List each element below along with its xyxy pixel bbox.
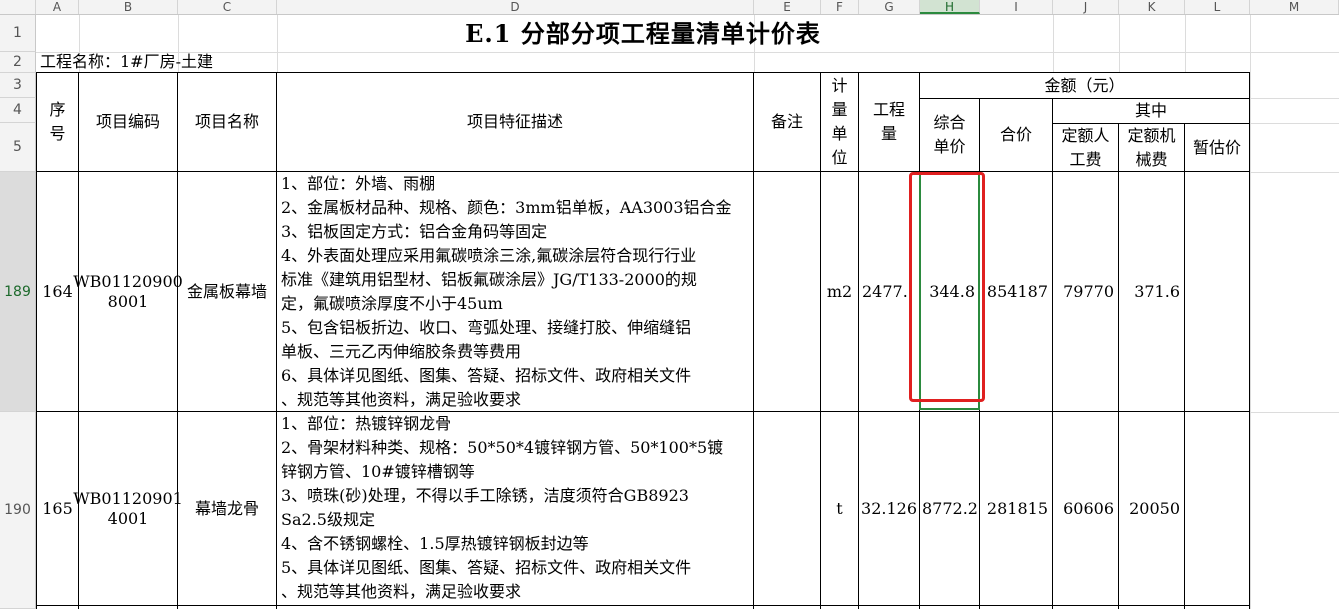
cell-code[interactable]: WB01120901 4001 — [73, 412, 183, 605]
cell-remark[interactable] — [754, 412, 820, 605]
header-seq[interactable]: 序号 — [37, 73, 78, 171]
column-header-m[interactable]: M — [1250, 0, 1339, 14]
row-header-189[interactable]: 189 — [0, 172, 36, 412]
desc-line: 标准《建筑用铝型材、铝板氟碳涂层》JG/T133-2000的规 — [281, 270, 697, 289]
desc-line: 3、铝板固定方式：铝合金角码等固定 — [281, 222, 548, 241]
column-header-h[interactable]: H — [920, 0, 980, 14]
column-header-a[interactable]: A — [36, 0, 79, 14]
cell-name[interactable]: 金属板幕墙 — [178, 172, 276, 411]
gridline — [1250, 15, 1251, 609]
select-all-corner[interactable] — [0, 0, 36, 14]
header-unit-price[interactable]: 综合单价 — [920, 99, 979, 171]
cell-code-line: 4001 — [107, 508, 149, 528]
desc-line: 5、具体详见图纸、图集、答疑、招标文件、政府相关文件 — [281, 558, 692, 577]
column-header-e[interactable]: E — [754, 0, 821, 14]
cell-name[interactable]: 幕墙龙骨 — [178, 412, 276, 605]
row-header-190[interactable]: 190 — [0, 412, 36, 609]
cell-unit[interactable]: m2 — [821, 172, 858, 411]
desc-line: 4、外表面处理应采用氟碳喷涂三涂,氟碳涂层符合现行行业 — [281, 246, 697, 265]
cell-machine[interactable]: 20050 — [1119, 412, 1184, 605]
desc-line: 6、具体详见图纸、图集、答疑、招标文件、政府相关文件 — [281, 366, 692, 385]
cell-desc[interactable]: 1、部位：外墙、雨棚 2、金属板材品种、规格、颜色：3mm铝单板，AA3003铝… — [281, 172, 732, 412]
column-header-f[interactable]: F — [821, 0, 859, 14]
row-header-3[interactable]: 3 — [0, 73, 36, 98]
header-provisional[interactable]: 暂估价 — [1185, 124, 1249, 171]
desc-line: 定，氟碳喷涂厚度不小于45um — [281, 294, 503, 313]
header-labor[interactable]: 定额人工费 — [1053, 124, 1118, 171]
cell-remark[interactable] — [754, 172, 820, 411]
column-header-bar: A B C D E F G H I J K L M — [0, 0, 1339, 15]
row-header-1[interactable]: 1 — [0, 15, 36, 52]
cell-code-line: WB01120900 — [73, 271, 183, 291]
header-unit[interactable]: 计量单位 — [821, 73, 858, 171]
cell-desc[interactable]: 1、部位：热镀锌钢龙骨 2、骨架材料种类、规格：50*50*4镀锌钢方管、50*… — [281, 412, 723, 604]
header-seq-label: 序号 — [49, 100, 66, 143]
gridline — [1250, 412, 1339, 413]
header-machine-label: 定额机械费 — [1127, 125, 1176, 169]
column-header-i[interactable]: I — [980, 0, 1053, 14]
cell-labor[interactable]: 79770 — [1053, 172, 1118, 411]
cell-unit[interactable]: t — [821, 412, 858, 605]
header-unit-price-label: 综合单价 — [933, 113, 966, 156]
cell-provisional[interactable] — [1185, 172, 1249, 411]
table-border — [36, 605, 1250, 606]
column-header-l[interactable]: L — [1185, 0, 1250, 14]
header-name[interactable]: 项目名称 — [178, 73, 276, 171]
column-header-g[interactable]: G — [859, 0, 920, 14]
row-header-5[interactable]: 5 — [0, 123, 36, 172]
gridline — [36, 52, 1339, 53]
desc-line: 2、骨架材料种类、规格：50*50*4镀锌钢方管、50*100*5镀 — [281, 438, 724, 457]
cell-seq[interactable]: 164 — [37, 172, 78, 411]
red-highlight-box — [909, 172, 985, 402]
header-total[interactable]: 合价 — [980, 99, 1052, 171]
project-name[interactable]: 工程名称：1#厂房-土建 — [40, 52, 213, 72]
cell-code-line: 8001 — [107, 291, 149, 311]
cell-total[interactable]: 281815 — [980, 412, 1052, 605]
header-labor-label: 定额人工费 — [1061, 125, 1110, 169]
gridline — [1250, 123, 1339, 124]
row-header-4[interactable]: 4 — [0, 98, 36, 123]
sheet-title[interactable]: E.1 分部分项工程量清单计价表 — [36, 16, 1250, 52]
header-of-which[interactable]: 其中 — [1053, 99, 1249, 123]
desc-line: 1、部位：热镀锌钢龙骨 — [281, 414, 452, 433]
header-code[interactable]: 项目编码 — [79, 73, 177, 171]
gridline — [1250, 172, 1339, 173]
desc-line: 、规范等其他资料，满足验收要求 — [281, 582, 522, 601]
desc-line: 锌钢方管、10#镀锌槽钢等 — [281, 462, 475, 481]
cell-code[interactable]: WB01120900 8001 — [73, 172, 183, 411]
cell-provisional[interactable] — [1185, 412, 1249, 605]
cell-unit-price[interactable]: 8772.2 — [920, 412, 979, 605]
desc-line: 3、喷珠(砂)处理，不得以手工除锈，洁度须符合GB8923 — [281, 486, 689, 505]
table-border — [1249, 72, 1250, 609]
cell-seq[interactable]: 165 — [37, 412, 78, 605]
cell-machine[interactable]: 371.6 — [1119, 172, 1184, 411]
column-header-k[interactable]: K — [1119, 0, 1185, 14]
header-machine[interactable]: 定额机械费 — [1119, 124, 1184, 171]
desc-line: 5、包含铝板折边、收口、弯弧处理、接缝打胶、伸缩缝铝 — [281, 318, 692, 337]
desc-line: Sa2.5级规定 — [281, 510, 375, 529]
header-amount[interactable]: 金额（元） — [920, 73, 1249, 98]
column-header-d[interactable]: D — [277, 0, 754, 14]
column-header-c[interactable]: C — [178, 0, 277, 14]
row-header-2[interactable]: 2 — [0, 52, 36, 73]
header-qty[interactable]: 工程量 — [859, 73, 919, 171]
desc-line: 2、金属板材品种、规格、颜色：3mm铝单板，AA3003铝合金 — [281, 198, 732, 217]
column-header-j[interactable]: J — [1053, 0, 1119, 14]
desc-line: 1、部位：外墙、雨棚 — [281, 174, 436, 193]
header-desc[interactable]: 项目特征描述 — [277, 73, 753, 171]
gridline — [1250, 98, 1339, 99]
desc-line: 单板、三元乙丙伸缩胶条费等费用 — [281, 342, 522, 361]
column-header-b[interactable]: B — [79, 0, 178, 14]
header-unit-label: 计量单位 — [831, 76, 848, 167]
header-qty-label: 工程量 — [872, 100, 905, 143]
header-remark[interactable]: 备注 — [754, 73, 820, 171]
cell-total[interactable]: 854187 — [980, 172, 1052, 411]
cell-code-line: WB01120901 — [73, 488, 183, 508]
cell-qty[interactable]: 32.126 — [859, 412, 919, 605]
desc-line: 4、含不锈钢螺栓、1.5厚热镀锌钢板封边等 — [281, 534, 589, 553]
desc-line: 、规范等其他资料，满足验收要求 — [281, 390, 522, 409]
cell-labor[interactable]: 60606 — [1053, 412, 1118, 605]
